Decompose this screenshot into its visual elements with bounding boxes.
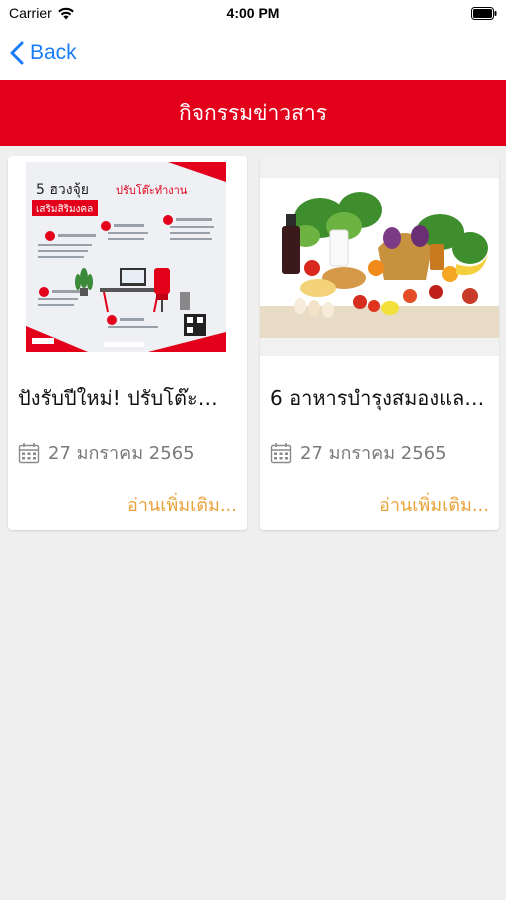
news-card[interactable]: 5 ฮวงจุ้ย ปรับโต๊ะทำงาน เสริมสิริมงคล ปั… bbox=[8, 156, 247, 530]
news-thumbnail: 5 ฮวงจุ้ย ปรับโต๊ะทำงาน เสริมสิริมงคล bbox=[8, 156, 247, 356]
news-title: 6 อาหารบำรุงสมองและความจำ bbox=[270, 386, 492, 410]
calendar-icon bbox=[18, 442, 40, 463]
chevron-left-icon bbox=[10, 41, 24, 65]
page-header: กิจกรรมข่าวสาร bbox=[0, 80, 506, 146]
battery-icon bbox=[471, 7, 497, 20]
page-title: กิจกรรมข่าวสาร bbox=[179, 100, 327, 125]
calendar-icon bbox=[270, 442, 292, 463]
news-thumbnail bbox=[260, 156, 499, 356]
news-date: 27 มกราคม 2565 bbox=[18, 438, 195, 467]
news-date-text: 27 มกราคม 2565 bbox=[48, 443, 195, 464]
food-photo bbox=[260, 156, 499, 356]
news-title: ปังรับปีใหม่! ปรับโต๊ะทำงาน bbox=[18, 386, 240, 410]
news-date: 27 มกราคม 2565 bbox=[270, 438, 447, 467]
back-label: Back bbox=[30, 41, 77, 64]
infographic-banner: เสริมสิริมงคล bbox=[36, 204, 93, 215]
back-button[interactable]: Back bbox=[10, 38, 77, 68]
infographic-headline-accent: ปรับโต๊ะทำงาน bbox=[116, 183, 188, 197]
status-bar: Carrier 4:00 PM bbox=[0, 0, 506, 28]
infographic-illustration: 5 ฮวงจุ้ย ปรับโต๊ะทำงาน เสริมสิริมงคล bbox=[8, 156, 247, 356]
navigation-bar: Back bbox=[0, 28, 506, 80]
read-more-link[interactable]: อ่านเพิ่มเติม... bbox=[127, 490, 237, 519]
read-more-link[interactable]: อ่านเพิ่มเติม... bbox=[379, 490, 489, 519]
news-card[interactable]: 6 อาหารบำรุงสมองและความจำ 27 มกราคม 2565… bbox=[260, 156, 499, 530]
infographic-headline: 5 ฮวงจุ้ย bbox=[36, 182, 89, 198]
news-date-text: 27 มกราคม 2565 bbox=[300, 443, 447, 464]
status-time: 4:00 PM bbox=[226, 5, 280, 21]
